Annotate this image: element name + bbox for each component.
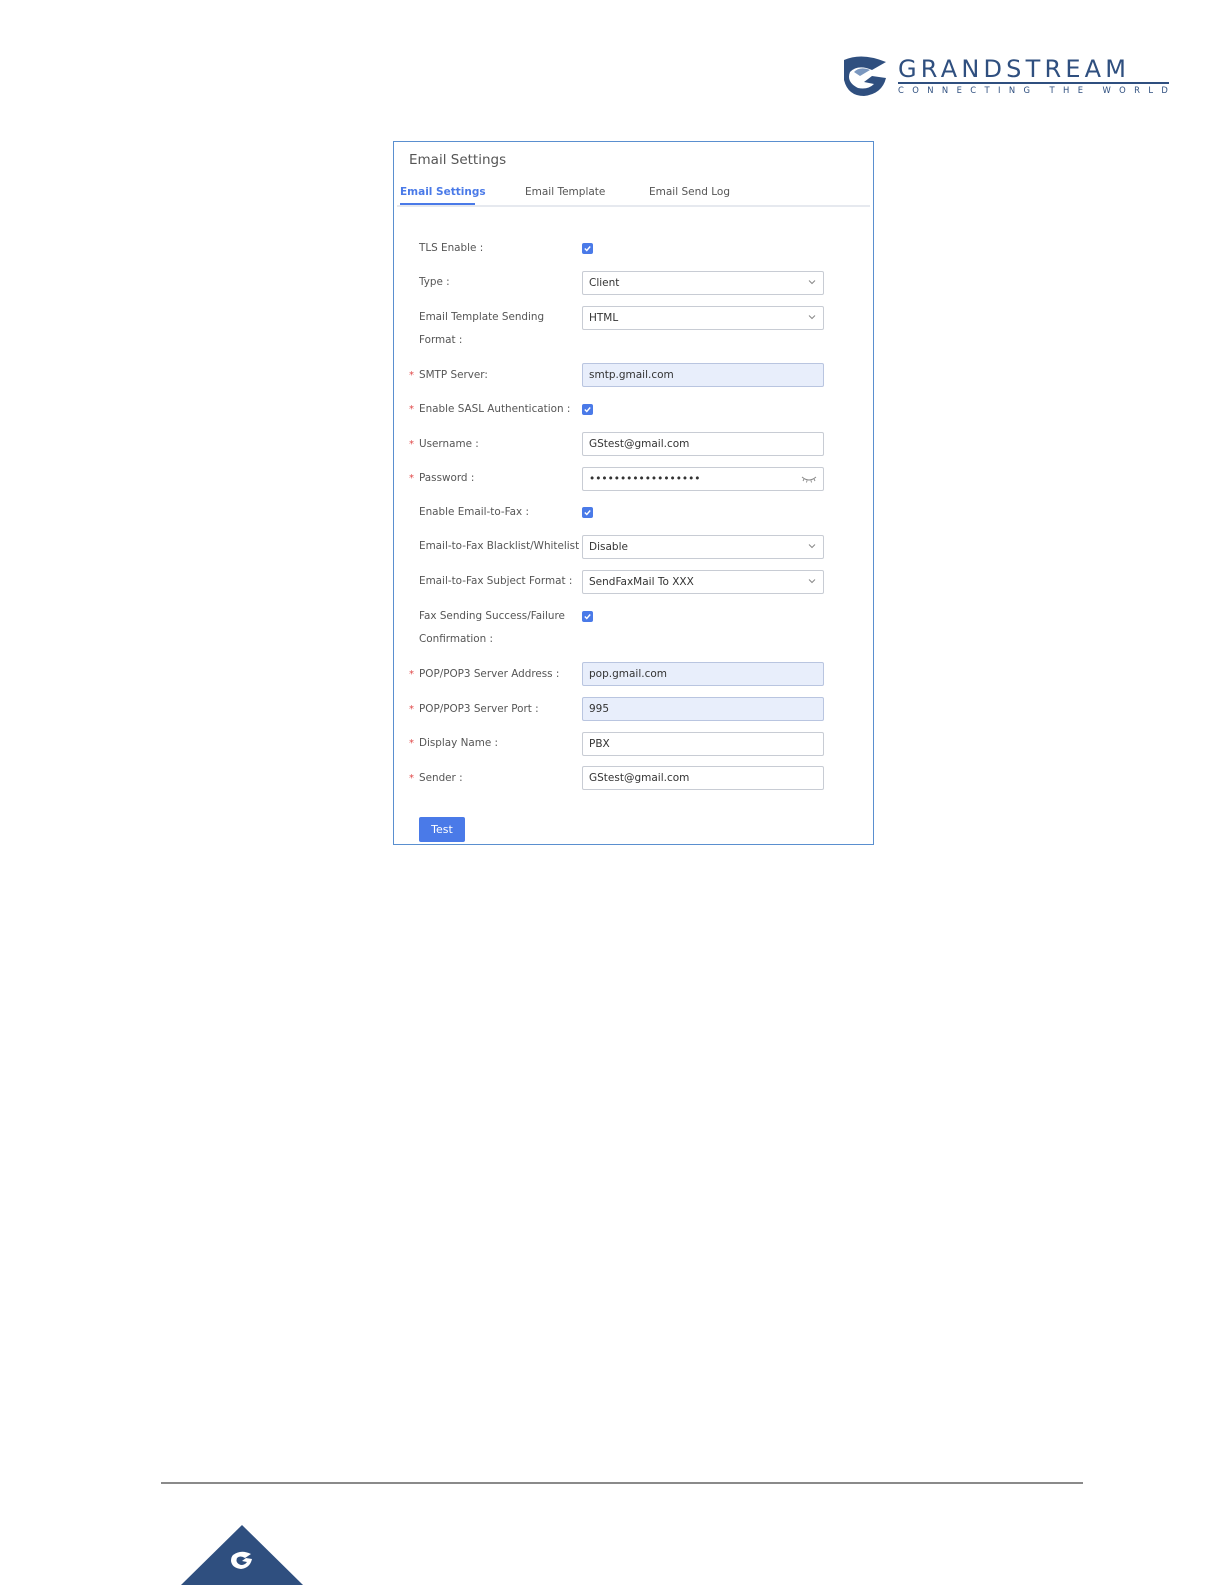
required-marker: * — [409, 404, 414, 415]
password-value: •••••••••••••••••• — [589, 473, 701, 485]
blacklist-whitelist-select[interactable]: Disable — [582, 535, 824, 559]
required-marker: * — [409, 370, 414, 381]
required-marker: * — [409, 738, 414, 749]
template-format-value: HTML — [589, 312, 619, 324]
pop-address-label: POP/POP3 Server Address : — [419, 668, 560, 680]
sasl-auth-label: Enable SASL Authentication : — [419, 403, 571, 415]
username-label: Username : — [419, 438, 479, 450]
fax-confirmation-checkbox[interactable] — [582, 611, 593, 622]
template-format-select[interactable]: HTML — [582, 306, 824, 330]
pop-port-label: POP/POP3 Server Port : — [419, 703, 539, 715]
smtp-server-label: SMTP Server: — [419, 369, 488, 381]
checkbox-checked-icon — [584, 407, 591, 413]
chevron-down-icon — [808, 315, 816, 320]
blacklist-whitelist-value: Disable — [589, 541, 628, 553]
password-input[interactable]: •••••••••••••••••• — [582, 467, 824, 491]
subject-format-label: Email-to-Fax Subject Format : — [419, 575, 573, 587]
username-input[interactable]: GStest@gmail.com — [582, 432, 824, 456]
eye-hidden-icon[interactable] — [801, 475, 817, 484]
fax-confirmation-label-line2: Confirmation : — [419, 633, 494, 645]
email-to-fax-checkbox[interactable] — [582, 507, 593, 518]
chevron-down-icon — [808, 544, 816, 549]
email-settings-panel: Email Settings Email Settings Email Temp… — [393, 141, 874, 845]
fax-confirmation-label-line1: Fax Sending Success/Failure — [419, 610, 565, 622]
required-marker: * — [409, 669, 414, 680]
settings-form: TLS Enable : Type : Client Email Templat… — [394, 142, 873, 844]
chevron-down-icon — [808, 579, 816, 584]
pop-address-input[interactable]: pop.gmail.com — [582, 662, 824, 686]
brand-name: GRANDSTREAM — [898, 55, 1131, 83]
grandstream-logo: GRANDSTREAM CONNECTING THE WORLD — [842, 54, 1172, 98]
brand-rule — [898, 82, 1169, 84]
subject-format-value: SendFaxMail To XXX — [589, 576, 694, 588]
grandstream-logo-icon — [844, 56, 886, 96]
required-marker: * — [409, 773, 414, 784]
sasl-auth-checkbox[interactable] — [582, 404, 593, 415]
brand-tagline: CONNECTING THE WORLD — [898, 85, 1177, 95]
tls-enable-label: TLS Enable : — [419, 242, 484, 254]
template-format-label-line2: Format : — [419, 334, 463, 346]
blacklist-whitelist-label: Email-to-Fax Blacklist/Whitelist : — [419, 540, 586, 552]
type-select[interactable]: Client — [582, 271, 824, 295]
display-name-input[interactable]: PBX — [582, 732, 824, 756]
pop-port-input[interactable]: 995 — [582, 697, 824, 721]
checkbox-checked-icon — [584, 614, 591, 620]
checkbox-checked-icon — [584, 246, 591, 252]
test-button[interactable]: Test — [419, 817, 465, 842]
type-label: Type : — [419, 276, 450, 288]
smtp-server-input[interactable]: smtp.gmail.com — [582, 363, 824, 387]
display-name-label: Display Name : — [419, 737, 499, 749]
template-format-label-line1: Email Template Sending — [419, 311, 545, 323]
required-marker: * — [409, 473, 414, 484]
checkbox-checked-icon — [584, 510, 591, 516]
required-marker: * — [409, 704, 414, 715]
footer-logo-icon — [181, 1525, 303, 1585]
email-to-fax-label: Enable Email-to-Fax : — [419, 506, 529, 518]
sender-label: Sender : — [419, 772, 463, 784]
subject-format-select[interactable]: SendFaxMail To XXX — [582, 570, 824, 594]
password-label: Password : — [419, 472, 475, 484]
required-marker: * — [409, 439, 414, 450]
tls-enable-checkbox[interactable] — [582, 243, 593, 254]
footer-divider — [161, 1482, 1083, 1484]
type-value: Client — [589, 277, 620, 289]
chevron-down-icon — [808, 280, 816, 285]
sender-input[interactable]: GStest@gmail.com — [582, 766, 824, 790]
